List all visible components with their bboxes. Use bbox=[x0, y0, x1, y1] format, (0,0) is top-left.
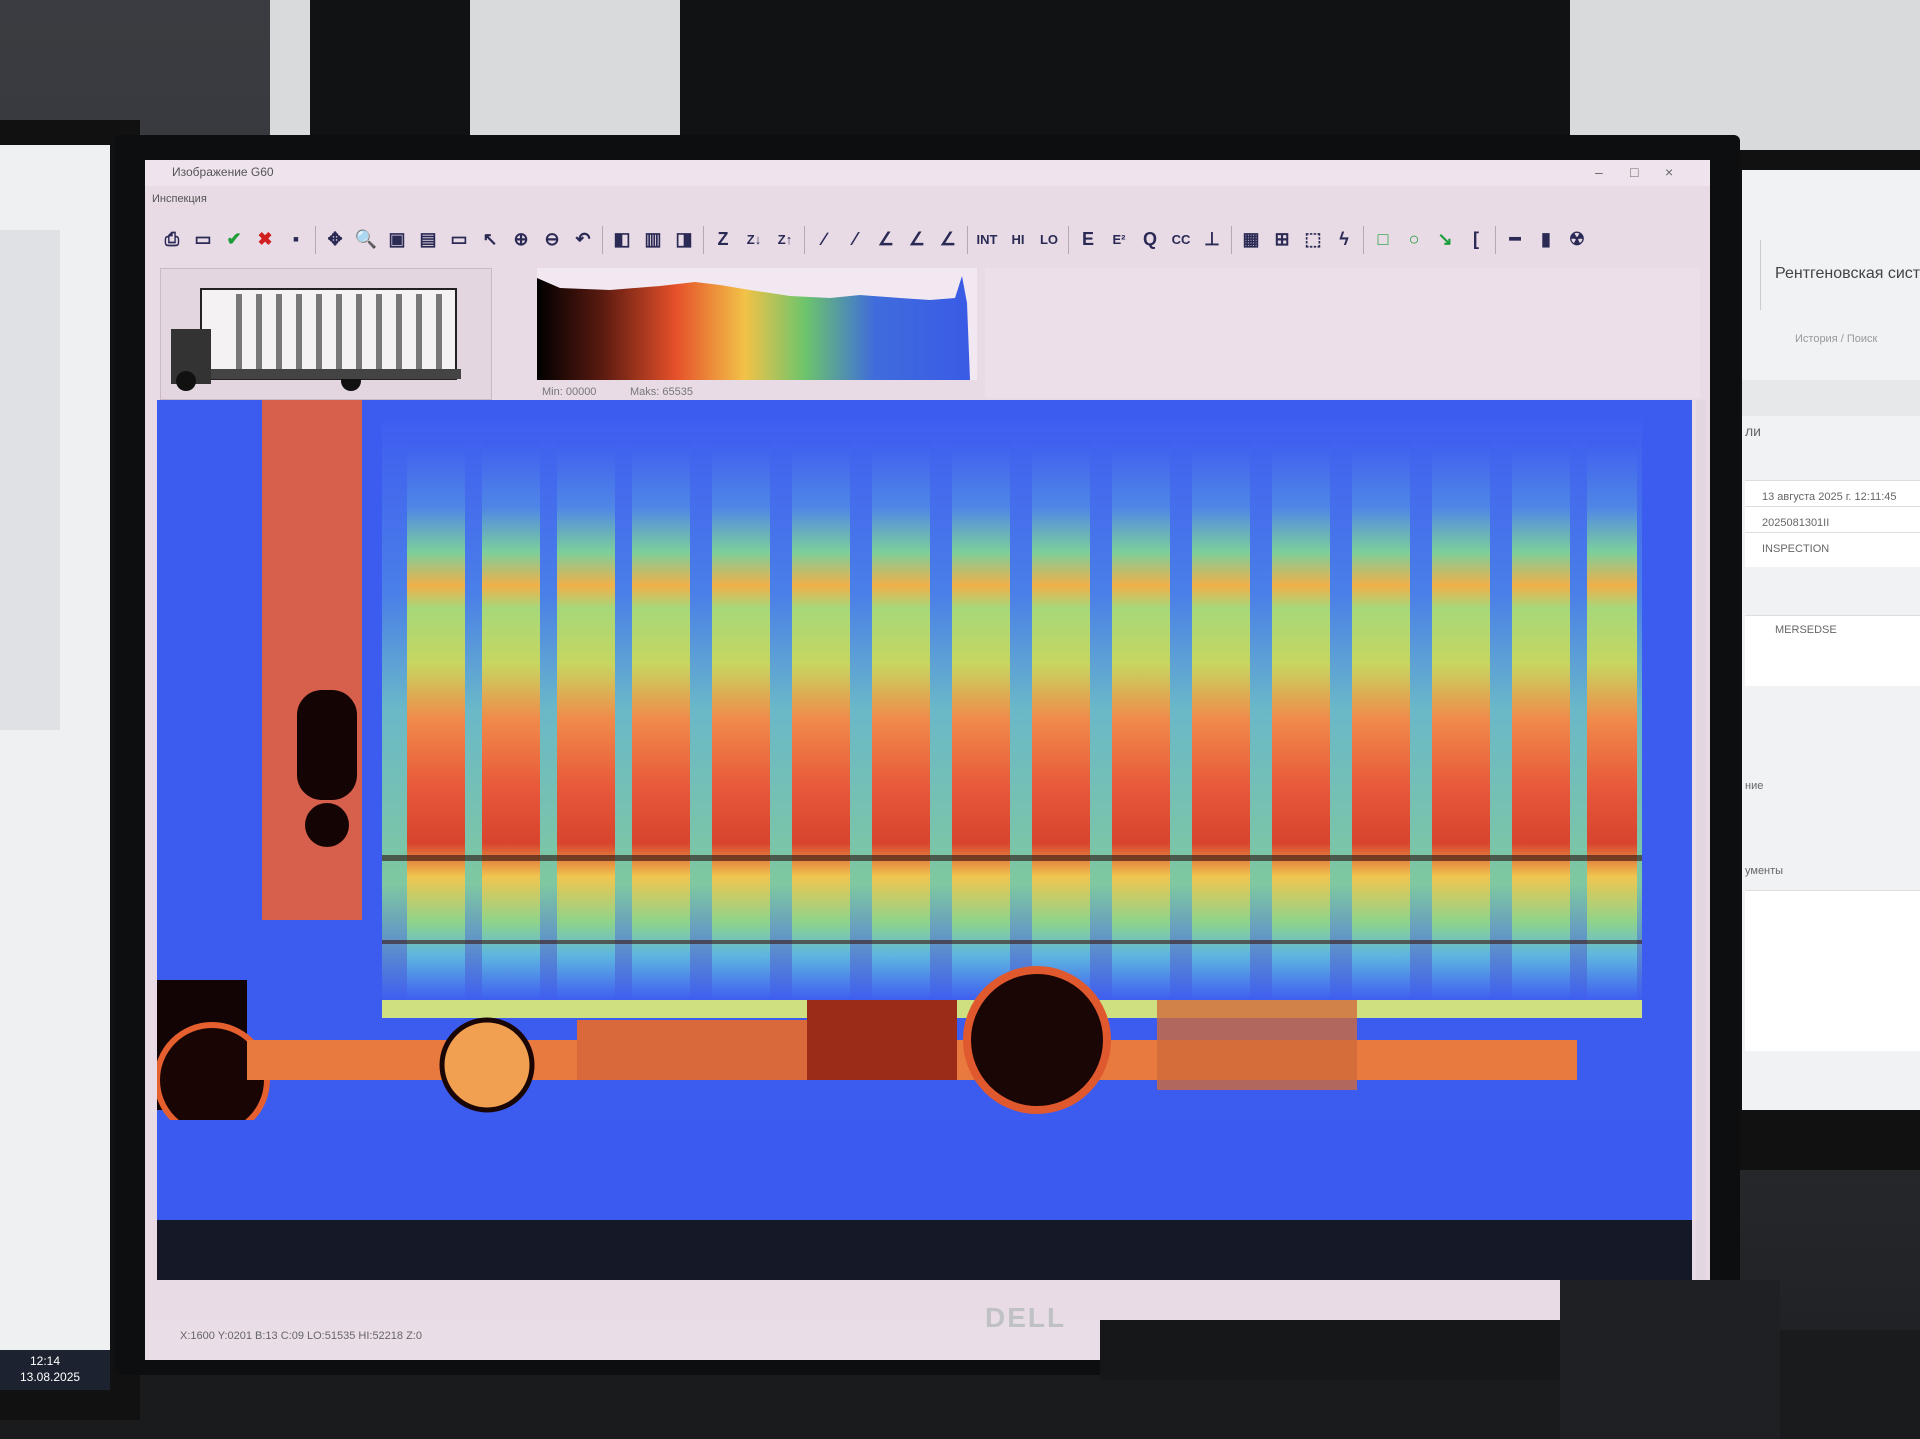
histogram-chart bbox=[537, 268, 977, 380]
right-vehicle-field: MERSEDSE bbox=[1745, 615, 1920, 686]
invert-icon[interactable]: ◨ bbox=[670, 222, 698, 256]
lasso-icon[interactable]: ϟ bbox=[1330, 222, 1358, 256]
grid-icon[interactable]: ⊞ bbox=[1268, 222, 1296, 256]
right-vehicle-value: MERSEDSE bbox=[1775, 624, 1837, 636]
axis-icon[interactable]: ⊥ bbox=[1198, 222, 1226, 256]
background-pillar bbox=[470, 0, 680, 150]
zoom-in-icon[interactable]: ⊕ bbox=[507, 222, 535, 256]
pc-case bbox=[1560, 1280, 1780, 1439]
z-icon[interactable]: Z bbox=[709, 222, 737, 256]
left-date: 13.08.2025 bbox=[20, 1370, 81, 1384]
print-icon[interactable]: ⎙ bbox=[158, 222, 186, 256]
window-title: Изображение G60 bbox=[172, 165, 274, 179]
hi-button[interactable]: HI bbox=[1004, 222, 1032, 256]
grayscale-icon[interactable]: ◧ bbox=[608, 222, 636, 256]
thumbnail-image bbox=[171, 288, 461, 391]
toolbar-separator bbox=[1231, 226, 1232, 254]
pan-icon[interactable]: ✥ bbox=[321, 222, 349, 256]
curve-4-icon[interactable]: ∠ bbox=[903, 222, 931, 256]
curve-1-icon[interactable]: ∕ bbox=[810, 222, 838, 256]
lo-button[interactable]: LO bbox=[1035, 222, 1063, 256]
undo-icon[interactable]: ↶ bbox=[569, 222, 597, 256]
select-zoom-icon[interactable]: ↖ bbox=[476, 222, 504, 256]
rectangle-icon[interactable]: □ bbox=[1369, 222, 1397, 256]
radiation-icon[interactable]: ☢ bbox=[1563, 222, 1591, 256]
color-palette-icon[interactable]: ▥ bbox=[639, 222, 667, 256]
fit-icon[interactable]: ▣ bbox=[383, 222, 411, 256]
circle-icon[interactable]: ○ bbox=[1400, 222, 1428, 256]
info-strip bbox=[985, 268, 1700, 398]
cc-button[interactable]: CC bbox=[1167, 222, 1195, 256]
bracket-icon[interactable]: [ bbox=[1462, 222, 1490, 256]
zoom-out-icon[interactable]: ⊖ bbox=[538, 222, 566, 256]
close-button[interactable]: × bbox=[1665, 164, 1673, 180]
toolbar-separator bbox=[1068, 226, 1069, 254]
z-up-icon[interactable]: Z↑ bbox=[771, 222, 799, 256]
accept-icon[interactable]: ✔ bbox=[220, 222, 248, 256]
right-section-band bbox=[1742, 380, 1920, 416]
menu-inspection[interactable]: Инспекция bbox=[152, 193, 207, 205]
minimize-button[interactable]: – bbox=[1595, 164, 1603, 180]
z-down-icon[interactable]: Z↓ bbox=[740, 222, 768, 256]
zoom-icon[interactable]: 🔍 bbox=[352, 222, 380, 256]
right-section-heading-3: ументы bbox=[1745, 865, 1784, 877]
right-divider bbox=[1760, 240, 1761, 310]
overview-thumbnail[interactable] bbox=[160, 268, 492, 400]
window-titlebar bbox=[145, 160, 1710, 186]
left-clock: 12:14 bbox=[30, 1354, 61, 1368]
background-pillar bbox=[1570, 0, 1920, 150]
int-button[interactable]: INT bbox=[973, 222, 1001, 256]
right-documents-area bbox=[1745, 890, 1920, 1051]
vertical-scrollbar[interactable] bbox=[1696, 400, 1706, 1280]
curve-5-icon[interactable]: ∠ bbox=[934, 222, 962, 256]
xray-scan-image bbox=[157, 400, 1692, 1280]
monitor-stand bbox=[1100, 1320, 1560, 1380]
chat-icon[interactable]: ▭ bbox=[189, 222, 217, 256]
left-monitor-taskbar: 12:14 13.08.2025 bbox=[0, 1350, 110, 1390]
left-monitor-panel bbox=[0, 230, 60, 730]
toolbar-separator bbox=[1363, 226, 1364, 254]
monitor-brand-logo: DELL bbox=[985, 1302, 1067, 1333]
toolbar-separator bbox=[602, 226, 603, 254]
toolbar-separator bbox=[315, 226, 316, 254]
right-date-value: 13 августа 2025 г. 12:11:45 bbox=[1762, 491, 1897, 503]
toolbar-separator bbox=[1495, 226, 1496, 254]
histogram-min-label: Min: 00000 bbox=[542, 386, 597, 398]
toolbar: ⎙ ▭ ✔ ✖ ▪ ✥ 🔍 ▣ ▤ ▭ ↖ ⊕ ⊖ ↶ ◧ ▥ ◨ Z Z↓ Z↑ ∕ ⁄ ∠ ∠ ∠ INT HI LO E E² Q CC… bbox=[150, 222, 1705, 262]
ruler-icon[interactable]: ━ bbox=[1501, 222, 1529, 256]
q-button[interactable]: Q bbox=[1136, 222, 1164, 256]
curve-2-icon[interactable]: ⁄ bbox=[841, 222, 869, 256]
curve-3-icon[interactable]: ∠ bbox=[872, 222, 900, 256]
layers-icon[interactable]: ▦ bbox=[1237, 222, 1265, 256]
toolbar-separator bbox=[967, 226, 968, 254]
save-icon[interactable]: ▪ bbox=[282, 222, 310, 256]
right-section-heading-2: ние bbox=[1745, 780, 1764, 792]
region-icon[interactable]: ⬚ bbox=[1299, 222, 1327, 256]
right-section-heading: ли bbox=[1745, 423, 1761, 439]
status-coordinates: X:1600 Y:0201 B:13 C:09 LO:51535 HI:5221… bbox=[180, 1330, 422, 1342]
right-mode-value: INSPECTION bbox=[1762, 543, 1830, 555]
maximize-button[interactable]: □ bbox=[1630, 164, 1638, 180]
e-button[interactable]: E bbox=[1074, 222, 1102, 256]
arrow-icon[interactable]: ↘ bbox=[1431, 222, 1459, 256]
toolbar-separator bbox=[804, 226, 805, 254]
histogram-max-label: Maks: 65535 bbox=[630, 386, 693, 398]
right-mode-field: INSPECTION bbox=[1745, 532, 1920, 567]
monitor-icon[interactable]: ▭ bbox=[445, 222, 473, 256]
reject-icon[interactable]: ✖ bbox=[251, 222, 279, 256]
histogram-panel[interactable]: Min: 00000 Maks: 65535 bbox=[530, 268, 985, 400]
right-app-subtitle[interactable]: История / Поиск bbox=[1795, 333, 1877, 345]
background-pillar bbox=[270, 0, 310, 150]
right-app-title: Рентгеновская сист bbox=[1775, 265, 1920, 282]
xray-image-viewer[interactable] bbox=[157, 400, 1692, 1280]
scanner-icon[interactable]: ▤ bbox=[414, 222, 442, 256]
panel-icon[interactable]: ▮ bbox=[1532, 222, 1560, 256]
right-id-value: 2025081301II bbox=[1762, 517, 1830, 529]
e2-button[interactable]: E² bbox=[1105, 222, 1133, 256]
toolbar-separator bbox=[703, 226, 704, 254]
